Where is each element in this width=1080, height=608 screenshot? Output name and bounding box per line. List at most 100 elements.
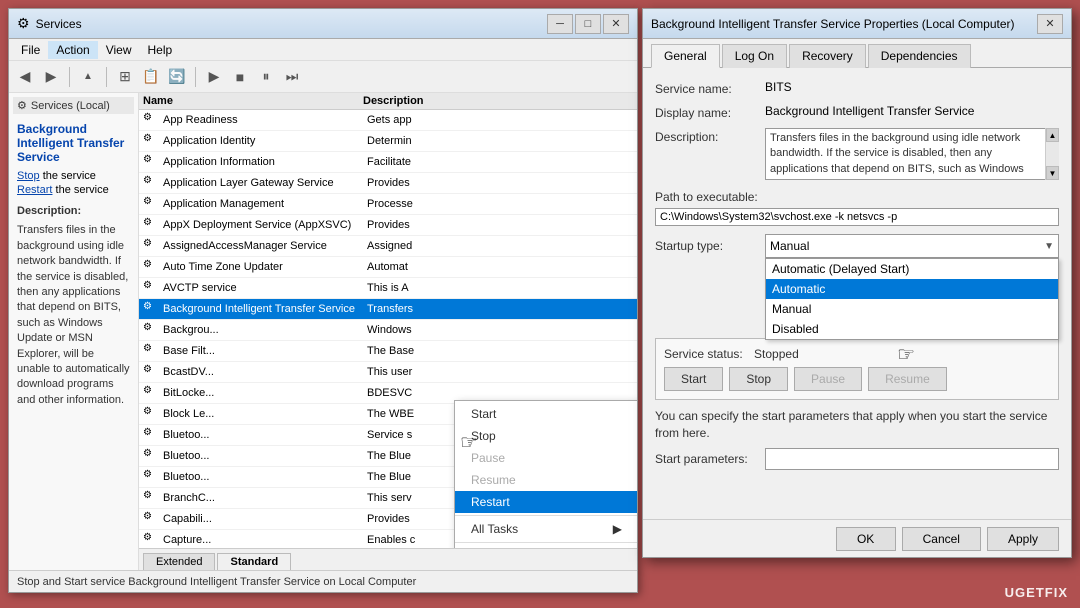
startup-type-dropdown[interactable]: Manual ▼ bbox=[765, 234, 1059, 258]
ctx-all-tasks[interactable]: All Tasks ▶ bbox=[455, 518, 637, 540]
description-text: Transfers files in the background using … bbox=[17, 223, 130, 408]
startup-row: Startup type: Manual ▼ Automatic (Delaye… bbox=[655, 234, 1059, 258]
option-automatic[interactable]: Automatic bbox=[766, 279, 1058, 299]
list-item[interactable]: ⚙ Base Filt... The Base bbox=[139, 341, 637, 362]
list-item[interactable]: ⚙ BcastDV... This user bbox=[139, 362, 637, 383]
scroll-down-button[interactable]: ▼ bbox=[1046, 166, 1059, 180]
restart-link[interactable]: Restart bbox=[17, 184, 52, 196]
menu-action[interactable]: Action bbox=[48, 41, 97, 59]
pause-button[interactable]: ⏸ bbox=[254, 65, 278, 89]
play-button[interactable]: ▶ bbox=[202, 65, 226, 89]
up-button[interactable]: ▲ bbox=[76, 65, 100, 89]
menu-file[interactable]: File bbox=[13, 41, 48, 59]
description-label: Description: bbox=[655, 128, 765, 144]
menu-help[interactable]: Help bbox=[140, 41, 181, 59]
params-row: Start parameters: bbox=[655, 448, 1059, 470]
ctx-refresh[interactable]: Refresh bbox=[455, 545, 637, 548]
list-item[interactable]: ⚙ AssignedAccessManager Service Assigned bbox=[139, 236, 637, 257]
display-name-row: Display name: Background Intelligent Tra… bbox=[655, 104, 1059, 120]
list-item[interactable]: ⚙ AppX Deployment Service (AppXSVC) Prov… bbox=[139, 215, 637, 236]
restart-toolbar-button[interactable]: ⏭ bbox=[280, 65, 304, 89]
startup-label: Startup type: bbox=[655, 239, 765, 253]
stop-link-row: Stop the service bbox=[17, 170, 130, 182]
status-buttons: Start Stop Pause Resume bbox=[664, 367, 1050, 391]
dialog-tabs: General Log On Recovery Dependencies bbox=[643, 39, 1071, 68]
properties-dialog: Background Intelligent Transfer Service … bbox=[642, 8, 1072, 558]
list-item[interactable]: ⚙ AVCTP service This is A bbox=[139, 278, 637, 299]
title-bar-buttons: ─ □ ✕ bbox=[547, 14, 629, 34]
list-item[interactable]: ⚙ App Readiness Gets app bbox=[139, 110, 637, 131]
tab-dependencies[interactable]: Dependencies bbox=[868, 44, 971, 68]
show-hide-button[interactable]: ⊞ bbox=[113, 65, 137, 89]
dialog-close-button[interactable]: ✕ bbox=[1037, 14, 1063, 34]
toolbar-btn-4[interactable]: 🔄 bbox=[165, 65, 189, 89]
stop-service-button[interactable]: Stop bbox=[729, 367, 788, 391]
context-menu: Start Stop Pause Resume Restart All Task… bbox=[454, 400, 637, 548]
apply-button[interactable]: Apply bbox=[987, 527, 1059, 551]
params-label: Start parameters: bbox=[655, 452, 765, 466]
list-item-selected[interactable]: ⚙ Background Intelligent Transfer Servic… bbox=[139, 299, 637, 320]
dialog-content: Service name: BITS Display name: Backgro… bbox=[643, 68, 1071, 519]
services-window-icon: ⚙ bbox=[17, 15, 30, 32]
path-label: Path to executable: bbox=[655, 188, 1059, 204]
ctx-start[interactable]: Start bbox=[455, 403, 637, 425]
minimize-button[interactable]: ─ bbox=[547, 14, 573, 34]
ctx-restart[interactable]: Restart bbox=[455, 491, 637, 513]
option-disabled[interactable]: Disabled bbox=[766, 319, 1058, 339]
list-item[interactable]: ⚙ Auto Time Zone Updater Automat bbox=[139, 257, 637, 278]
tab-standard[interactable]: Standard bbox=[217, 553, 291, 570]
path-row: Path to executable: C:\Windows\System32\… bbox=[655, 188, 1059, 226]
menu-view[interactable]: View bbox=[98, 41, 140, 59]
the-service-1: the service bbox=[43, 170, 96, 182]
dialog-buttons: OK Cancel Apply bbox=[643, 519, 1071, 557]
back-button[interactable]: ◀ bbox=[13, 65, 37, 89]
restart-link-row: Restart the service bbox=[17, 184, 130, 196]
close-button[interactable]: ✕ bbox=[603, 14, 629, 34]
services-window-title: Services bbox=[36, 17, 547, 31]
tab-recovery[interactable]: Recovery bbox=[789, 44, 866, 68]
ctx-stop[interactable]: Stop bbox=[455, 425, 637, 447]
stop-button[interactable]: ■ bbox=[228, 65, 252, 89]
tab-extended[interactable]: Extended bbox=[143, 553, 215, 570]
start-params-input[interactable] bbox=[765, 448, 1059, 470]
left-panel: ⚙ Services (Local) Background Intelligen… bbox=[9, 93, 139, 570]
option-manual[interactable]: Manual bbox=[766, 299, 1058, 319]
pause-service-button: Pause bbox=[794, 367, 862, 391]
tab-logon[interactable]: Log On bbox=[722, 44, 787, 68]
maximize-button[interactable]: □ bbox=[575, 14, 601, 34]
dialog-title-bar: Background Intelligent Transfer Service … bbox=[643, 9, 1071, 39]
main-panel: Name Description ⚙ App Readiness Gets ap… bbox=[139, 93, 637, 570]
content-area: ⚙ Services (Local) Background Intelligen… bbox=[9, 93, 637, 570]
params-description: You can specify the start parameters tha… bbox=[655, 408, 1059, 442]
list-item[interactable]: ⚙ Application Management Processe bbox=[139, 194, 637, 215]
option-auto-delayed[interactable]: Automatic (Delayed Start) bbox=[766, 259, 1058, 279]
cancel-button[interactable]: Cancel bbox=[902, 527, 981, 551]
list-item[interactable]: ⚙ Backgrou... Windows bbox=[139, 320, 637, 341]
status-text: Stop and Start service Background Intell… bbox=[17, 576, 416, 588]
ctx-separator-2 bbox=[455, 542, 637, 543]
ok-button[interactable]: OK bbox=[836, 527, 896, 551]
stop-link[interactable]: Stop bbox=[17, 170, 40, 182]
ctx-separator-1 bbox=[455, 515, 637, 516]
start-service-button[interactable]: Start bbox=[664, 367, 723, 391]
toolbar-btn-3[interactable]: 📋 bbox=[139, 65, 163, 89]
description-scrollbar[interactable]: ▲ ▼ bbox=[1045, 128, 1059, 180]
startup-dropdown-options: Automatic (Delayed Start) Automatic Manu… bbox=[765, 258, 1059, 340]
list-item[interactable]: ⚙ Application Layer Gateway Service Prov… bbox=[139, 173, 637, 194]
list-item[interactable]: ⚙ Application Information Facilitate bbox=[139, 152, 637, 173]
description-value: Transfers files in the background using … bbox=[765, 128, 1059, 180]
tab-general[interactable]: General bbox=[651, 44, 720, 68]
scroll-up-button[interactable]: ▲ bbox=[1046, 128, 1059, 142]
status-bar: Stop and Start service Background Intell… bbox=[9, 570, 637, 592]
services-list-area: ⚙ App Readiness Gets app ⚙ Application I… bbox=[139, 110, 637, 548]
resume-service-button: Resume bbox=[868, 367, 947, 391]
startup-dropdown-wrapper: Manual ▼ Automatic (Delayed Start) Autom… bbox=[765, 234, 1059, 258]
watermark-text: UGETFIX bbox=[1005, 585, 1068, 600]
ctx-resume: Resume bbox=[455, 469, 637, 491]
service-status-section: Service status: Stopped Start Stop Pause… bbox=[655, 338, 1059, 400]
service-status-value: Stopped bbox=[754, 347, 799, 361]
left-panel-title: ⚙ Services (Local) bbox=[13, 97, 134, 114]
list-item[interactable]: ⚙ Application Identity Determin bbox=[139, 131, 637, 152]
forward-button[interactable]: ▶ bbox=[39, 65, 63, 89]
all-tasks-arrow-icon: ▶ bbox=[613, 522, 622, 536]
